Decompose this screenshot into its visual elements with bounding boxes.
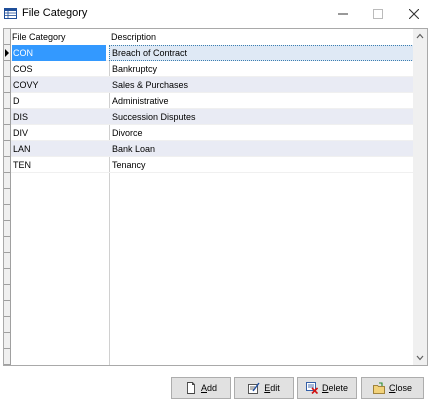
description-cell[interactable]: Sales & Purchases (112, 77, 412, 93)
category-cell[interactable]: COVY (13, 77, 107, 93)
category-cell[interactable]: COS (13, 61, 107, 77)
row-header (4, 205, 11, 221)
category-cell[interactable]: D (13, 93, 107, 109)
description-cell[interactable]: Bank Loan (112, 141, 412, 157)
row-header (4, 285, 11, 301)
row-header[interactable] (4, 45, 11, 61)
row-header (4, 317, 11, 333)
row-header (4, 333, 11, 349)
edit-button[interactable]: Edit (234, 377, 294, 399)
table-row[interactable]: CON Breach of Contract (11, 45, 416, 61)
category-grid[interactable]: File Category Description CON Breach of … (3, 28, 428, 366)
description-cell[interactable]: Tenancy (112, 157, 412, 173)
column-header-description[interactable]: Description (109, 29, 416, 45)
row-header (4, 237, 11, 253)
row-header (4, 269, 11, 285)
row-header[interactable] (4, 157, 11, 173)
title-bar: File Category (0, 0, 432, 28)
add-label: Add (200, 383, 218, 393)
row-header (4, 253, 11, 269)
row-header[interactable] (4, 77, 11, 93)
add-button[interactable]: Add (171, 377, 231, 399)
minimize-icon (338, 13, 348, 15)
row-header (4, 173, 11, 189)
description-cell[interactable]: Bankruptcy (112, 61, 412, 77)
row-header (4, 221, 11, 237)
table-window-icon (4, 8, 17, 19)
scroll-down-button[interactable] (413, 351, 427, 365)
table-row[interactable]: DIV Divorce (11, 125, 416, 141)
scroll-up-button[interactable] (413, 29, 427, 43)
table-row[interactable]: COS Bankruptcy (11, 61, 416, 77)
description-cell[interactable]: Succession Disputes (112, 109, 412, 125)
folder-icon (373, 382, 385, 394)
row-header[interactable] (4, 141, 11, 157)
close-label: Close (388, 383, 412, 393)
grid-header: File Category Description (11, 29, 416, 45)
chevron-down-icon (416, 355, 424, 361)
delete-icon (306, 382, 318, 394)
column-header-file-category[interactable]: File Category (11, 29, 108, 45)
close-window-button[interactable] (396, 0, 432, 28)
row-header (4, 189, 11, 205)
row-header[interactable] (4, 61, 11, 77)
category-cell[interactable]: LAN (13, 141, 107, 157)
category-cell[interactable]: TEN (13, 157, 107, 173)
description-cell[interactable]: Administrative (112, 93, 412, 109)
edit-label: Edit (264, 383, 280, 393)
maximize-icon (373, 9, 383, 19)
delete-label: Delete (321, 383, 349, 393)
maximize-button[interactable] (360, 0, 396, 28)
row-header (4, 349, 11, 365)
description-cell[interactable]: Divorce (112, 125, 412, 141)
table-row[interactable]: COVY Sales & Purchases (11, 77, 416, 93)
edit-icon (248, 382, 260, 394)
row-header[interactable] (4, 93, 11, 109)
row-header[interactable] (4, 125, 11, 141)
description-cell[interactable]: Breach of Contract (109, 45, 416, 61)
table-row[interactable]: DIS Succession Disputes (11, 109, 416, 125)
table-row[interactable]: LAN Bank Loan (11, 141, 416, 157)
table-row[interactable]: D Administrative (11, 93, 416, 109)
category-cell[interactable]: DIV (13, 125, 107, 141)
table-row[interactable]: TEN Tenancy (11, 157, 416, 173)
vertical-scrollbar[interactable] (413, 29, 427, 365)
chevron-up-icon (416, 33, 424, 39)
category-cell[interactable]: CON (12, 45, 106, 61)
window-title: File Category (22, 7, 88, 19)
row-header (4, 301, 11, 317)
close-icon (409, 9, 419, 19)
current-row-indicator-icon (5, 49, 9, 57)
row-header (4, 29, 11, 45)
minimize-button[interactable] (325, 0, 361, 28)
document-icon (187, 382, 195, 394)
category-cell[interactable]: DIS (13, 109, 107, 125)
row-header-column (4, 29, 11, 365)
close-button[interactable]: Close (361, 377, 424, 399)
delete-button[interactable]: Delete (297, 377, 357, 399)
row-header[interactable] (4, 109, 11, 125)
